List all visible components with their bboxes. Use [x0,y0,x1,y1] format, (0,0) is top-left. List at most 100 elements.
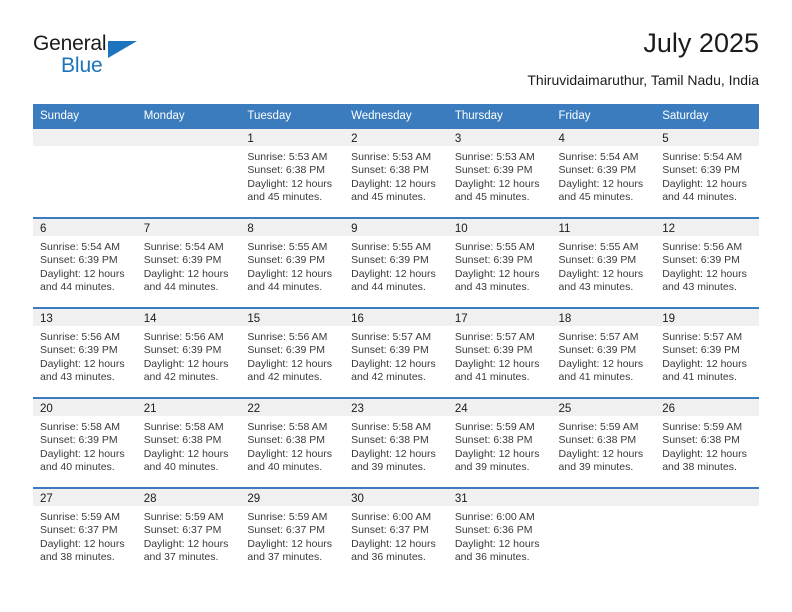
logo-triangle-icon [108,41,137,58]
sunrise-text: Sunrise: 5:59 AM [454,421,535,433]
weekday-header-row: Sunday Monday Tuesday Wednesday Thursday Frid… [33,104,759,128]
day-number: 15 [240,309,345,326]
calendar-day-cell[interactable]: 26 Sunrise: 5:59 AM Sunset: 6:38 PM Dayligh… [655,397,759,488]
day-details: Sunrise: 5:59 AM Sunset: 6:38 PM Daylight:… [552,416,656,475]
day-details: Sunrise: 5:55 AM Sunset: 6:39 PM Daylight:… [552,236,656,295]
day-details: Sunrise: 5:59 AM Sunset: 6:37 PM Daylight:… [137,506,241,565]
calendar-day-cell[interactable]: 19 Sunrise: 5:57 AM Sunset: 6:39 PM Dayligh… [655,307,759,398]
day-number: 10 [447,219,552,236]
calendar-day-cell[interactable]: 20 Sunrise: 5:58 AM Sunset: 6:39 PM Dayligh… [33,397,137,488]
day-number: 11 [551,219,656,236]
calendar-day-cell[interactable]: 28 Sunrise: 5:59 AM Sunset: 6:37 PM Dayligh… [136,487,241,577]
daylight-text: Daylight: 12 hours and 38 minutes. [662,447,747,474]
day-details: Sunrise: 5:56 AM Sunset: 6:39 PM Daylight:… [137,326,241,385]
day-number: 21 [136,399,241,416]
calendar-day-cell-empty [33,127,137,218]
calendar-grid: Sunday Monday Tuesday Wednesday Thursday Frid… [33,104,759,577]
sunrise-text: Sunrise: 5:59 AM [662,421,743,433]
calendar-day-cell[interactable]: 11 Sunrise: 5:55 AM Sunset: 6:39 PM Dayligh… [551,217,656,308]
calendar-week-row: 20 Sunrise: 5:58 AM Sunset: 6:39 PM Dayligh… [33,397,759,488]
calendar-day-cell[interactable]: 25 Sunrise: 5:59 AM Sunset: 6:38 PM Dayligh… [551,397,656,488]
daylight-text: Daylight: 12 hours and 44 minutes. [662,177,747,204]
day-number: 24 [447,399,552,416]
calendar-day-cell[interactable]: 9 Sunrise: 5:55 AM Sunset: 6:39 PM Daylight… [344,217,448,308]
calendar-day-cell[interactable]: 1 Sunrise: 5:53 AM Sunset: 6:38 PM Daylight… [240,127,345,218]
sunrise-text: Sunrise: 5:53 AM [351,151,432,163]
day-details: Sunrise: 5:55 AM Sunset: 6:39 PM Daylight:… [344,236,448,295]
calendar-day-cell[interactable]: 5 Sunrise: 5:54 AM Sunset: 6:39 PM Daylight… [655,127,759,218]
day-number [136,129,241,146]
daylight-text: Daylight: 12 hours and 44 minutes. [40,267,125,294]
daylight-text: Daylight: 12 hours and 39 minutes. [351,447,436,474]
daylight-text: Daylight: 12 hours and 41 minutes. [454,357,540,384]
day-details: Sunrise: 5:57 AM Sunset: 6:39 PM Daylight:… [552,326,656,385]
sunset-text: Sunset: 6:37 PM [143,524,222,537]
sunrise-text: Sunrise: 6:00 AM [351,511,432,523]
sunset-text: Sunset: 6:38 PM [454,434,533,447]
calendar-day-cell[interactable]: 23 Sunrise: 5:58 AM Sunset: 6:38 PM Dayligh… [344,397,448,488]
day-details: Sunrise: 5:57 AM Sunset: 6:39 PM Daylight:… [344,326,448,385]
sunset-text: Sunset: 6:38 PM [247,164,326,177]
calendar-day-cell[interactable]: 16 Sunrise: 5:57 AM Sunset: 6:39 PM Dayligh… [344,307,448,398]
calendar-day-cell[interactable]: 6 Sunrise: 5:54 AM Sunset: 6:39 PM Daylight… [33,217,137,308]
calendar-day-cell[interactable]: 8 Sunrise: 5:55 AM Sunset: 6:39 PM Daylight… [240,217,345,308]
day-details: Sunrise: 5:58 AM Sunset: 6:39 PM Daylight:… [33,416,137,475]
calendar-table: Sunday Monday Tuesday Wednesday Thursday Frid… [33,104,759,577]
calendar-week-row: 13 Sunrise: 5:56 AM Sunset: 6:39 PM Dayligh… [33,307,759,398]
daylight-text: Daylight: 12 hours and 41 minutes. [662,357,747,384]
day-details: Sunrise: 6:00 AM Sunset: 6:37 PM Daylight:… [344,506,448,565]
generalblue-logo[interactable]: General Blue [33,32,153,84]
sunset-text: Sunset: 6:39 PM [143,344,222,357]
sunset-text: Sunset: 6:38 PM [351,434,429,447]
sunset-text: Sunset: 6:38 PM [247,434,326,447]
day-details: Sunrise: 5:57 AM Sunset: 6:39 PM Daylight:… [448,326,552,385]
calendar-day-cell[interactable]: 2 Sunrise: 5:53 AM Sunset: 6:38 PM Daylight… [344,127,448,218]
sunrise-text: Sunrise: 5:58 AM [143,421,224,433]
calendar-day-cell[interactable]: 29 Sunrise: 5:59 AM Sunset: 6:37 PM Dayligh… [240,487,345,577]
daylight-text: Daylight: 12 hours and 43 minutes. [662,267,747,294]
day-number: 13 [33,309,137,326]
calendar-day-cell[interactable]: 7 Sunrise: 5:54 AM Sunset: 6:39 PM Daylight… [136,217,241,308]
calendar-day-cell[interactable]: 3 Sunrise: 5:53 AM Sunset: 6:39 PM Daylight… [447,127,552,218]
day-number: 7 [136,219,241,236]
day-number: 26 [655,399,759,416]
calendar-day-cell[interactable]: 10 Sunrise: 5:55 AM Sunset: 6:39 PM Dayligh… [447,217,552,308]
sunset-text: Sunset: 6:39 PM [40,344,118,357]
calendar-day-cell[interactable]: 18 Sunrise: 5:57 AM Sunset: 6:39 PM Dayligh… [551,307,656,398]
sunrise-text: Sunrise: 5:54 AM [558,151,639,163]
day-details: Sunrise: 5:56 AM Sunset: 6:39 PM Daylight:… [240,326,344,385]
calendar-day-cell[interactable]: 30 Sunrise: 6:00 AM Sunset: 6:37 PM Dayligh… [344,487,448,577]
calendar-day-cell[interactable]: 13 Sunrise: 5:56 AM Sunset: 6:39 PM Dayligh… [33,307,137,398]
calendar-day-cell[interactable]: 31 Sunrise: 6:00 AM Sunset: 6:36 PM Dayligh… [447,487,552,577]
day-number: 6 [33,219,137,236]
daylight-text: Daylight: 12 hours and 45 minutes. [247,177,333,204]
day-number [33,129,137,146]
sunrise-text: Sunrise: 5:54 AM [40,241,120,253]
day-number: 12 [655,219,759,236]
calendar-day-cell[interactable]: 24 Sunrise: 5:59 AM Sunset: 6:38 PM Dayligh… [447,397,552,488]
weekday-header-monday: Monday [136,104,241,128]
calendar-day-cell[interactable]: 17 Sunrise: 5:57 AM Sunset: 6:39 PM Dayligh… [447,307,552,398]
day-number [551,489,656,506]
day-details: Sunrise: 5:59 AM Sunset: 6:38 PM Daylight:… [655,416,759,475]
calendar-day-cell[interactable]: 22 Sunrise: 5:58 AM Sunset: 6:38 PM Dayligh… [240,397,345,488]
calendar-day-cell[interactable]: 21 Sunrise: 5:58 AM Sunset: 6:38 PM Dayligh… [136,397,241,488]
daylight-text: Daylight: 12 hours and 45 minutes. [351,177,436,204]
page-title: July 2025 [643,28,759,58]
calendar-day-cell[interactable]: 4 Sunrise: 5:54 AM Sunset: 6:39 PM Daylight… [551,127,656,218]
day-details: Sunrise: 5:58 AM Sunset: 6:38 PM Daylight:… [240,416,344,475]
day-number: 16 [344,309,448,326]
calendar-page: General Blue July 2025 Thiruvidaimaruthu… [0,0,792,612]
sunrise-text: Sunrise: 5:59 AM [143,511,224,523]
calendar-day-cell[interactable]: 15 Sunrise: 5:56 AM Sunset: 6:39 PM Dayligh… [240,307,345,398]
day-number: 29 [240,489,345,506]
daylight-text: Daylight: 12 hours and 40 minutes. [143,447,229,474]
sunrise-text: Sunrise: 5:57 AM [351,331,432,343]
weekday-header-friday: Friday [551,104,656,128]
sunrise-text: Sunrise: 5:58 AM [40,421,120,433]
day-number: 22 [240,399,345,416]
page-subtitle-location: Thiruvidaimaruthur, Tamil Nadu, India [527,72,759,88]
calendar-day-cell[interactable]: 14 Sunrise: 5:56 AM Sunset: 6:39 PM Dayligh… [136,307,241,398]
calendar-day-cell[interactable]: 27 Sunrise: 5:59 AM Sunset: 6:37 PM Dayligh… [33,487,137,577]
calendar-day-cell[interactable]: 12 Sunrise: 5:56 AM Sunset: 6:39 PM Dayligh… [655,217,759,308]
